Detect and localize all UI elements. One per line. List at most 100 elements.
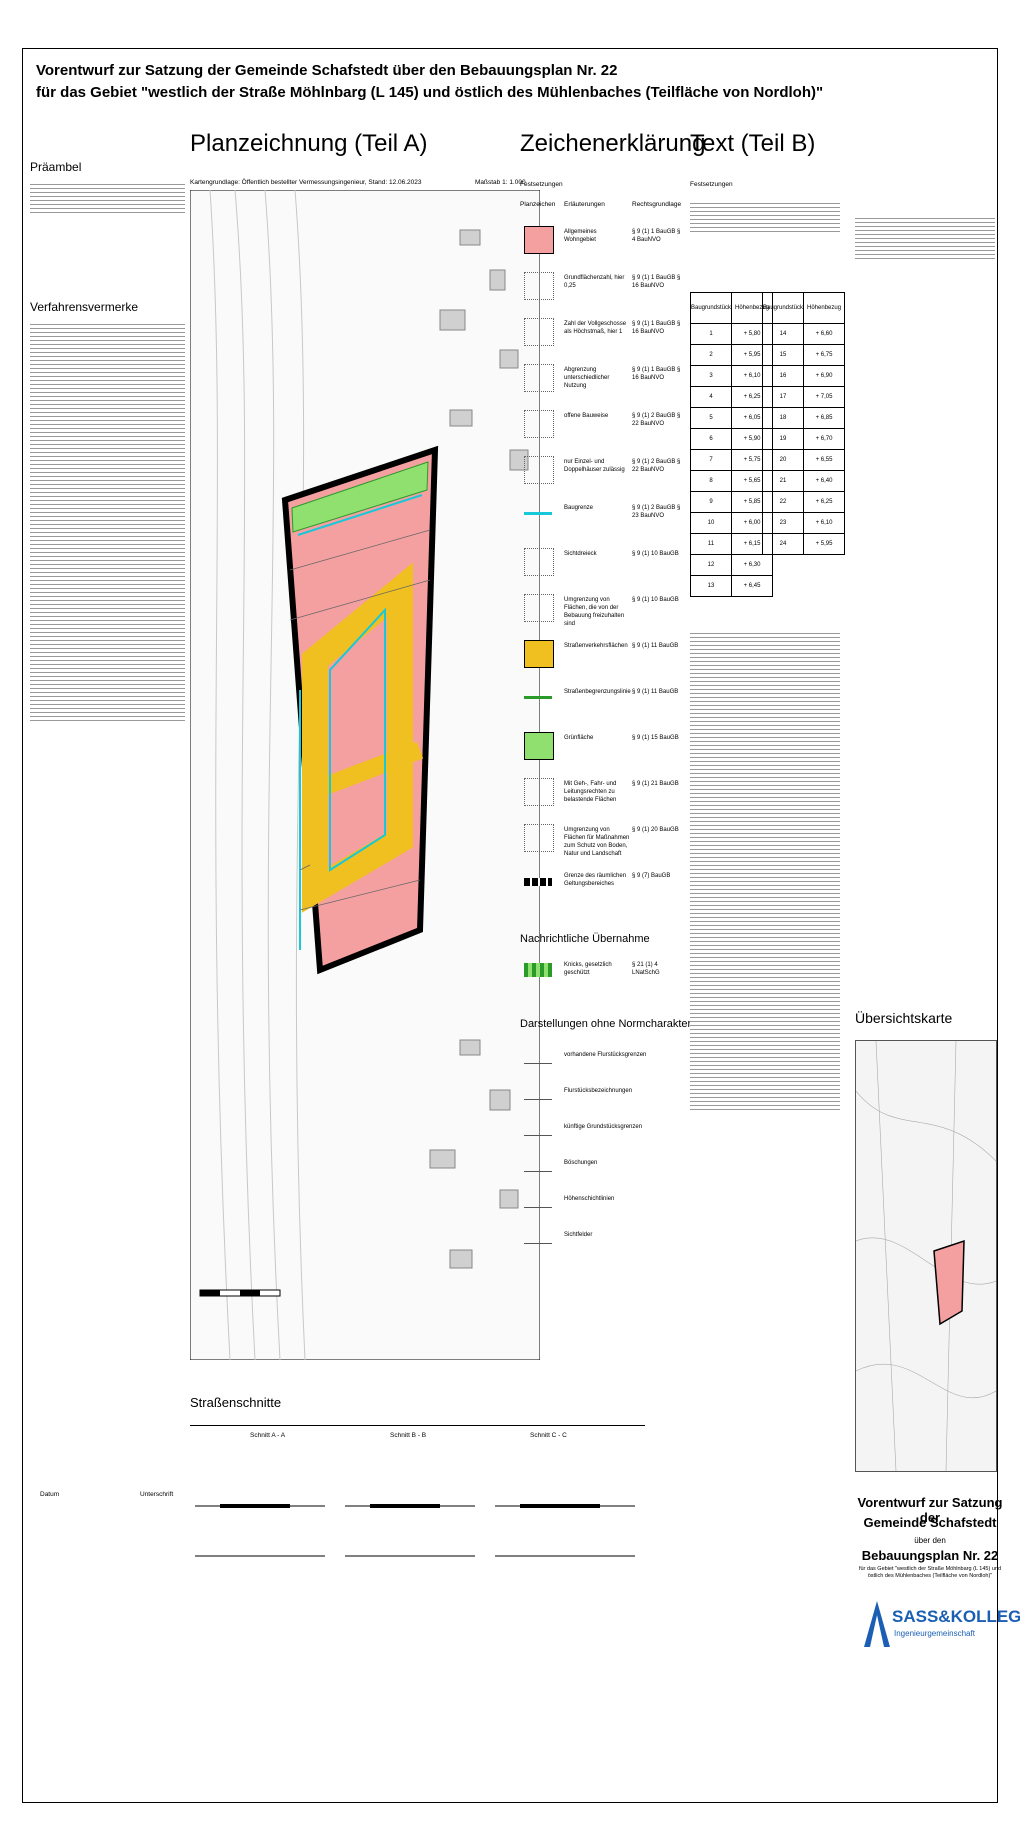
- table-cell: + 6,85: [803, 407, 846, 429]
- legend-law: § 9 (1) 1 BauGB § 4 BauNVO: [632, 229, 681, 243]
- legend-label: Knicks, gesetzlich geschützt: [564, 962, 612, 976]
- table-row: 6 + 5,90: [689, 428, 774, 450]
- table-header-cell: Baugrundstück: [689, 292, 733, 324]
- textb-right-col-lines: [855, 215, 995, 262]
- table-cell: 11: [689, 533, 733, 555]
- darstellung-row: künftige Grundstücksgrenzen: [520, 1117, 670, 1157]
- legend-law: § 9 (1) 11 BauGB: [632, 643, 679, 649]
- table-cell: 12: [689, 554, 733, 576]
- legend-row: Mit Geh-, Fahr- und Leitungsrechten zu b…: [520, 774, 679, 814]
- table-row: 18 + 6,85: [761, 407, 846, 429]
- table-cell: + 6,75: [803, 344, 846, 366]
- table-cell: + 6,40: [803, 470, 846, 492]
- table-cell: 3: [689, 365, 733, 387]
- table-row: 17 + 7,05: [761, 386, 846, 408]
- table-header-cell: Höhenbezug: [803, 292, 846, 324]
- legend-row: Straßenverkehrsflächen § 9 (1) 11 BauGB: [520, 636, 678, 676]
- table-cell: 18: [761, 407, 805, 429]
- hoehen-table-right: Baugrundstück Höhenbezug 14 + 6,60 15 + 6,75 1…: [761, 292, 846, 555]
- table-cell: 23: [761, 512, 805, 534]
- legend-label: Zahl der Vollgeschosse als Höchstmaß, hi…: [564, 321, 627, 335]
- darstellung-label: Höhenschichtlinien: [564, 1196, 615, 1202]
- table-cell: 17: [761, 386, 805, 408]
- logo-name: SASS&KOLLEGEN: [892, 1607, 1020, 1626]
- plan-drawing: [190, 190, 540, 1360]
- legend-law: § 21 (1) 4 LNatSchG: [632, 962, 660, 976]
- legend-law: § 9 (1) 1 BauGB § 16 BauNVO: [632, 367, 681, 381]
- darstellung-symbol: [524, 1123, 552, 1136]
- darstellung-symbol: [524, 1195, 552, 1208]
- table-cell: 8: [689, 470, 733, 492]
- table-row: 7 + 5,75: [689, 449, 774, 471]
- legend-label: Baugrenze: [564, 505, 594, 511]
- legend-law: § 9 (1) 15 BauGB: [632, 735, 679, 741]
- strassenschnitte-drawing: [195, 1504, 635, 1557]
- darstellung-symbol: [524, 1159, 552, 1172]
- verfahrensvermerke-text-lines: [30, 324, 185, 721]
- table-cell: + 6,25: [803, 491, 846, 513]
- darstellung-label: künftige Grundstücksgrenzen: [564, 1124, 643, 1130]
- legend-law: § 9 (1) 10 BauGB: [632, 551, 679, 557]
- legend-law: § 9 (1) 11 BauGB: [632, 689, 679, 695]
- legend-label: Straßenverkehrsflächen: [564, 643, 628, 649]
- strassenschnitte-heading: Straßenschnitte: [190, 1395, 282, 1410]
- legend-label: offene Bauweise: [564, 413, 609, 419]
- legend-label: Grenze des räumlichen Geltungsbereiches: [564, 873, 627, 887]
- table-cell: 14: [761, 323, 805, 345]
- darstellung-label: Sichtfelder: [564, 1232, 593, 1238]
- table-row: 16 + 6,90: [761, 365, 846, 387]
- table-cell: 19: [761, 428, 805, 450]
- legend-law: § 9 (1) 2 BauGB § 22 BauNVO: [632, 413, 681, 427]
- textb-body-lines: [690, 630, 840, 1113]
- darstellung-label: vorhandene Flurstücksgrenzen: [564, 1052, 647, 1058]
- table-cell: + 6,30: [731, 554, 774, 576]
- legend-symbol: [524, 272, 554, 300]
- plan-scale-note: Maßstab 1: 1.000: [475, 179, 526, 186]
- legend-symbol: [524, 878, 552, 886]
- table-cell: + 6,90: [803, 365, 846, 387]
- uebersichtskarte-drawing: [856, 1041, 996, 1471]
- darstellung-row: vorhandene Flurstücksgrenzen: [520, 1045, 670, 1085]
- legend-symbol: [524, 410, 554, 438]
- strassenschnitte-frame: Schnitt A - A Schnitt B - B Schnitt C - …: [190, 1425, 645, 1586]
- legend-symbol: [524, 318, 554, 346]
- table-cell: + 5,95: [803, 533, 846, 555]
- table-row: 9 + 5,85: [689, 491, 774, 513]
- knick-symbol: [524, 963, 552, 977]
- stamp-line3: über den: [914, 1536, 946, 1545]
- legend-row: Grenze des räumlichen Geltungsbereiches §…: [520, 866, 670, 906]
- legend-label: Umgrenzung von Flächen für Maßnahmen zum…: [564, 827, 630, 857]
- legend-symbol: [524, 226, 554, 254]
- plan-title-line1: Vorentwurf zur Satzung der Gemeinde Scha…: [36, 62, 618, 79]
- legend-row: Allgemeines Wohngebiet § 9 (1) 1 BauGB § …: [520, 222, 680, 262]
- table-header-row: Baugrundstück Höhenbezug: [689, 292, 774, 324]
- table-row: 23 + 6,10: [761, 512, 846, 534]
- legend-col-erlaeuterungen: Erläuterungen: [564, 201, 605, 208]
- table-cell: 13: [689, 575, 733, 597]
- darstellung-row: Flurstücksbezeichnungen: [520, 1081, 670, 1121]
- legend-row: nur Einzel- und Doppelhäuser zulässig § 9…: [520, 452, 680, 492]
- table-cell: 2: [689, 344, 733, 366]
- legend-label: Mit Geh-, Fahr- und Leitungsrechten zu b…: [564, 781, 617, 803]
- legend-symbol: [524, 824, 554, 852]
- hoehen-table-left: Baugrundstück Höhenbezug 1 + 5,80 2 + 5,95 3 + …: [689, 292, 774, 597]
- logo-sub: Ingenieurgemeinschaft: [894, 1629, 975, 1638]
- legend-symbol: [524, 640, 554, 668]
- table-cell: 7: [689, 449, 733, 471]
- legend-label: Grundflächenzahl, hier 0,25: [564, 275, 625, 289]
- legend-row: Sichtdreieck § 9 (1) 10 BauGB: [520, 544, 679, 584]
- praeambel-text-lines: [30, 184, 185, 213]
- verfahrensvermerke-heading: Verfahrensvermerke: [30, 300, 139, 314]
- darstellung-label: Flurstücksbezeichnungen: [564, 1088, 633, 1094]
- logo-triangle-icon: [864, 1601, 890, 1647]
- table-row: 10 + 6,00: [689, 512, 774, 534]
- legend-symbol: [524, 696, 552, 699]
- legend-symbol: [524, 456, 554, 484]
- legend-symbol: [524, 364, 554, 392]
- legend-row: Umgrenzung von Flächen für Maßnahmen zum…: [520, 820, 679, 860]
- textb-intro-lines: [690, 200, 840, 235]
- darstellung-row: Sichtfelder: [520, 1225, 670, 1265]
- table-cell: 22: [761, 491, 805, 513]
- legend-symbol: [524, 594, 554, 622]
- table-cell: 15: [761, 344, 805, 366]
